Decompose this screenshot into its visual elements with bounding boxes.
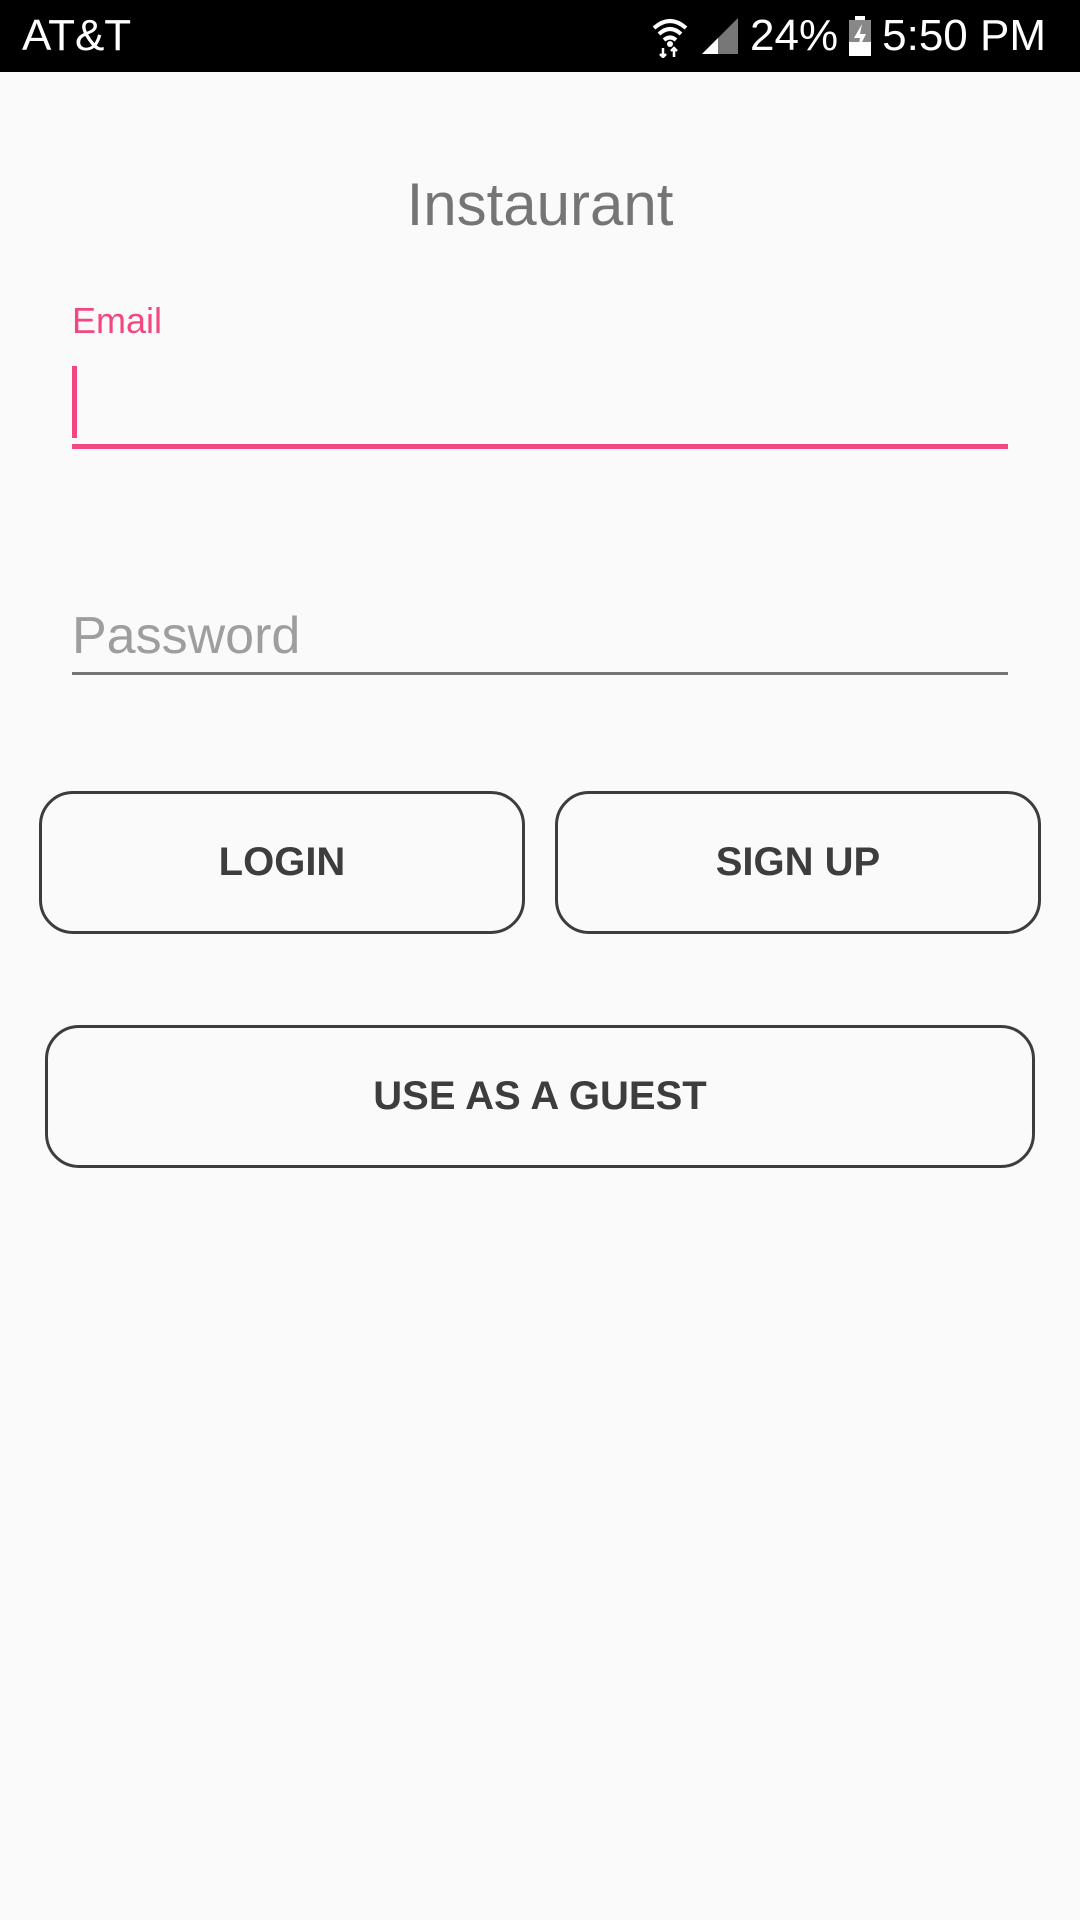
password-underline — [72, 672, 1008, 675]
guest-button[interactable]: USE AS A GUEST — [45, 1025, 1035, 1168]
password-field-container — [72, 590, 1008, 680]
signal-icon — [700, 16, 740, 56]
password-input[interactable] — [72, 602, 1008, 670]
wifi-icon — [650, 14, 690, 58]
battery-charging-icon — [848, 16, 872, 56]
clock: 5:50 PM — [882, 11, 1046, 60]
email-label: Email — [72, 300, 163, 341]
status-bar: AT&T 24% 5:50 PM — [0, 0, 1080, 72]
app-title: Instaurant — [406, 171, 674, 238]
sign-up-button[interactable]: SIGN UP — [555, 791, 1041, 934]
email-field-container: Email — [72, 296, 1008, 452]
battery-percent: 24% — [750, 11, 839, 60]
carrier-name: AT&T — [22, 11, 132, 60]
login-button[interactable]: LOGIN — [39, 791, 525, 934]
status-icons: 24% 5:50 PM — [650, 10, 1046, 62]
email-underline — [72, 444, 1008, 449]
email-input[interactable] — [72, 366, 1008, 442]
